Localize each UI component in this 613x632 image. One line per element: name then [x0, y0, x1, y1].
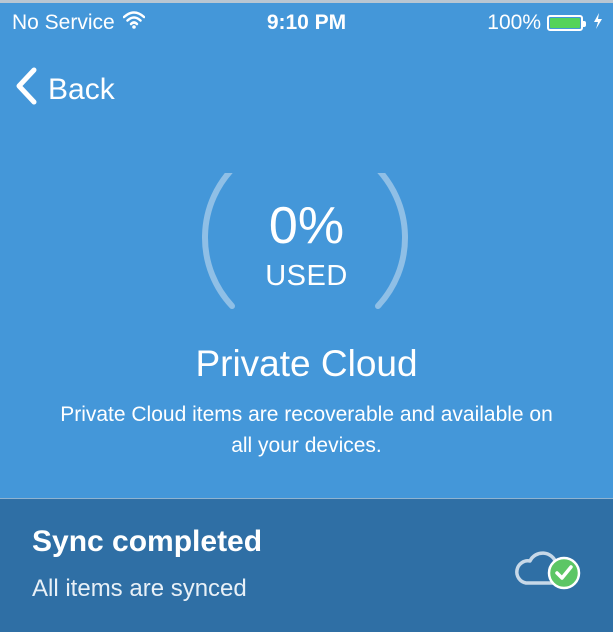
usage-percent: 0% — [268, 197, 345, 255]
battery-fill — [550, 18, 580, 28]
cloud-check-icon — [515, 551, 581, 590]
charging-bolt-icon — [593, 12, 603, 34]
screen: No Service 9:10 PM 100% Back 0% USED Pri… — [0, 3, 613, 632]
battery-tip — [583, 21, 586, 27]
cloud-description: Private Cloud items are recoverable and … — [60, 403, 553, 457]
battery-percent: 100% — [487, 11, 541, 34]
battery-icon — [547, 15, 586, 31]
private-cloud-panel: No Service 9:10 PM 100% Back 0% USED Pri… — [0, 3, 613, 498]
status-right: 100% — [487, 11, 603, 35]
chevron-left-icon — [14, 67, 38, 113]
page-title: Private Cloud — [195, 343, 418, 384]
back-label: Back — [48, 73, 115, 106]
usage-label: USED — [265, 260, 348, 292]
back-button[interactable]: Back — [14, 67, 115, 113]
sync-title: Sync completed — [32, 525, 263, 558]
sync-status-panel: Sync completed All items are synced — [0, 499, 613, 632]
sync-subtitle: All items are synced — [32, 575, 247, 602]
status-bar: No Service 9:10 PM 100% — [0, 3, 613, 45]
